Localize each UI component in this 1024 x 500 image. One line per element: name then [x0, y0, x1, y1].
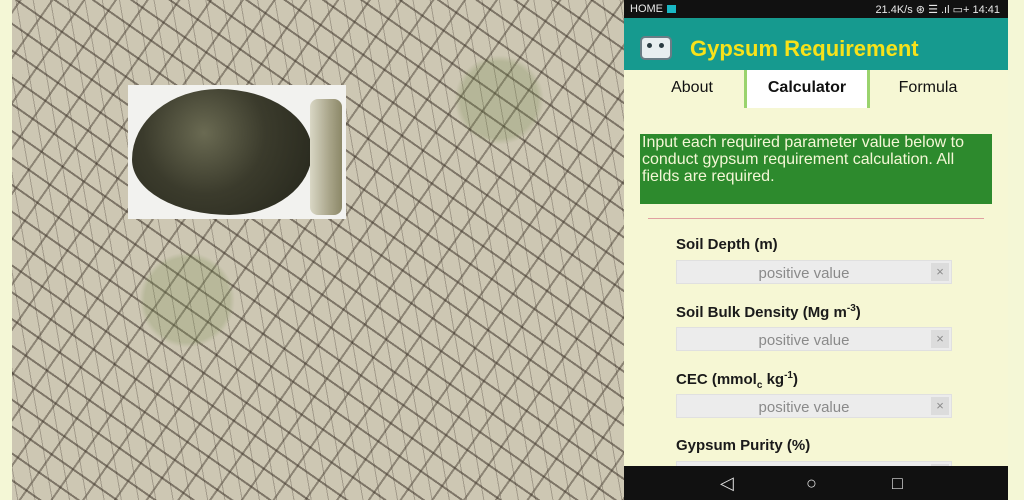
gypsum-rock-photo [128, 85, 346, 219]
bulk-density-field[interactable]: × [676, 327, 952, 352]
gypsum-rock-image [132, 89, 312, 215]
status-home-label: HOME [630, 3, 663, 15]
sample-vial-image [310, 99, 342, 215]
back-icon[interactable]: ◁ [720, 473, 734, 493]
gypsum-purity-label: Gypsum Purity (%) [676, 437, 811, 454]
recents-icon[interactable]: □ [892, 473, 903, 493]
cec-input[interactable] [677, 395, 931, 419]
status-bar: HOME 21.4K/s ⊛ ☰ .ıl ▭+ 14:41 [624, 0, 1008, 18]
clear-icon[interactable]: × [931, 263, 949, 281]
left-border-strip [0, 0, 12, 500]
notification-icon [667, 5, 676, 14]
android-nav-bar: ◁ ○ □ [624, 466, 1008, 500]
right-border-strip [1008, 0, 1024, 500]
soil-depth-field[interactable]: × [676, 260, 952, 285]
tab-formula[interactable]: Formula [868, 70, 988, 108]
soil-depth-label: Soil Depth (m) [676, 236, 778, 253]
tab-about[interactable]: About [632, 70, 752, 108]
soil-depth-input[interactable] [677, 261, 931, 285]
app-bar: Gypsum Requirement [624, 18, 1008, 70]
tab-bar: About Calculator Formula [624, 70, 1008, 108]
section-divider [648, 218, 984, 219]
clear-icon[interactable]: × [931, 330, 949, 348]
app-title: Gypsum Requirement [690, 36, 919, 61]
bulk-density-label: Soil Bulk Density (Mg m-3) [676, 303, 861, 321]
status-indicators: 21.4K/s ⊛ ☰ .ıl ▭+ 14:41 [875, 4, 1000, 16]
cec-field[interactable]: × [676, 394, 952, 419]
instructions-banner: Input each required parameter value belo… [640, 134, 992, 204]
cec-label: CEC (mmolc kg-1) [676, 370, 798, 391]
clear-icon[interactable]: × [931, 397, 949, 415]
phone-screen: HOME 21.4K/s ⊛ ☰ .ıl ▭+ 14:41 Gypsum Req… [624, 0, 1008, 500]
tab-calculator[interactable]: Calculator [744, 70, 870, 108]
bulk-density-input[interactable] [677, 328, 931, 352]
cracked-soil-background [0, 0, 624, 500]
home-icon[interactable]: ○ [806, 473, 817, 493]
app-logo-icon [640, 36, 672, 60]
